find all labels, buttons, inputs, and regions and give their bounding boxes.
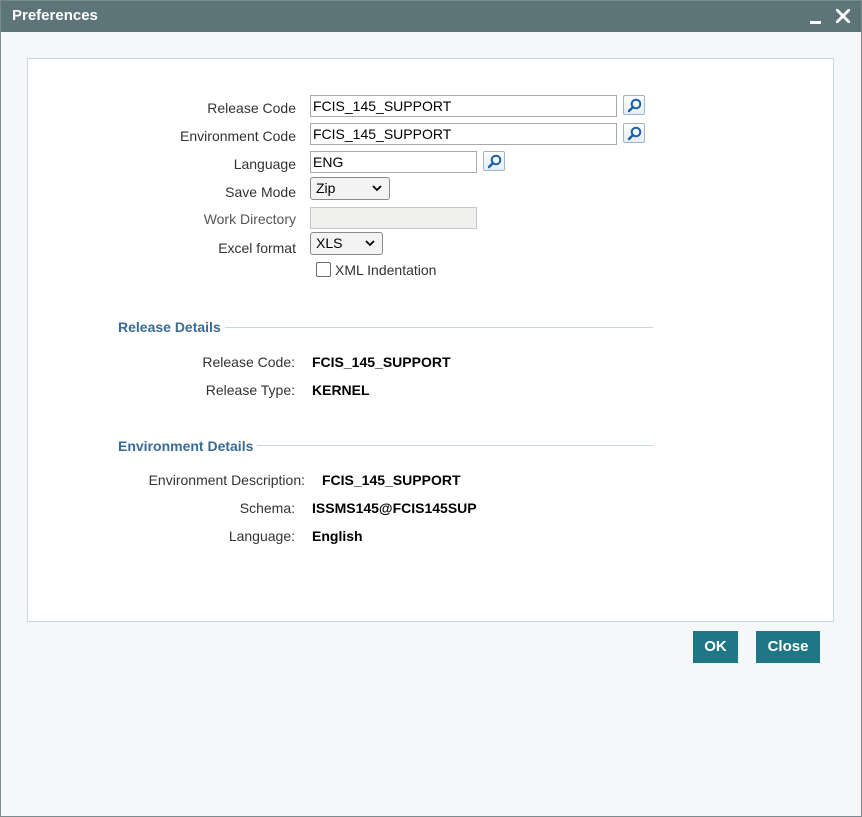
close-icon [836,9,850,23]
search-icon [487,154,502,169]
window-close-button[interactable] [832,5,854,27]
preferences-panel: Release Code FCIS_145_SUPPORT Environmen… [27,58,834,622]
release-code-label: Release Code [207,100,296,116]
release-code-detail-value: FCIS_145_SUPPORT [312,354,451,370]
save-mode-label: Save Mode [225,184,296,200]
environment-description-label: Environment Description: [148,472,305,488]
chevron-down-icon [372,185,382,192]
excel-format-select[interactable]: XLS [310,232,383,255]
environment-code-lookup-button[interactable] [623,123,645,143]
release-type-value: KERNEL [312,382,370,398]
search-icon [627,98,642,113]
chevron-down-icon [365,240,375,247]
environment-details-title: Environment Details [118,438,258,454]
environment-code-label: Environment Code [180,128,296,144]
ok-button[interactable]: OK [693,631,738,663]
preferences-window: Preferences Release Code FCIS_145_SUPPOR… [0,0,862,817]
window-title: Preferences [12,7,98,24]
environment-language-label: Language: [228,528,295,544]
title-bar[interactable]: Preferences [1,1,861,32]
release-code-lookup-button[interactable] [623,95,645,115]
release-details-title: Release Details [118,319,225,335]
xml-indentation-checkbox[interactable] [316,262,331,277]
xml-indentation-label: XML Indentation [335,262,437,278]
excel-format-label: Excel format [218,240,296,256]
minimize-button[interactable] [805,5,827,27]
work-directory-input[interactable] [310,207,477,229]
work-directory-label: Work Directory [203,211,296,227]
release-type-label: Release Type: [205,382,295,398]
release-code-detail-label: Release Code: [202,354,295,370]
schema-label: Schema: [239,500,295,516]
schema-value: ISSMS145@FCIS145SUP [312,500,477,516]
environment-description-value: FCIS_145_SUPPORT [322,472,461,488]
minimize-icon [810,21,821,24]
environment-language-value: English [312,528,363,544]
environment-code-input[interactable]: FCIS_145_SUPPORT [310,123,617,145]
language-label: Language [233,156,296,172]
save-mode-value: Zip [316,180,336,196]
close-button[interactable]: Close [756,631,820,663]
save-mode-select[interactable]: Zip [310,177,390,200]
language-lookup-button[interactable] [483,151,505,171]
language-input[interactable]: ENG [310,151,477,173]
search-icon [627,126,642,141]
release-code-input[interactable]: FCIS_145_SUPPORT [310,95,617,117]
excel-format-value: XLS [316,235,343,251]
